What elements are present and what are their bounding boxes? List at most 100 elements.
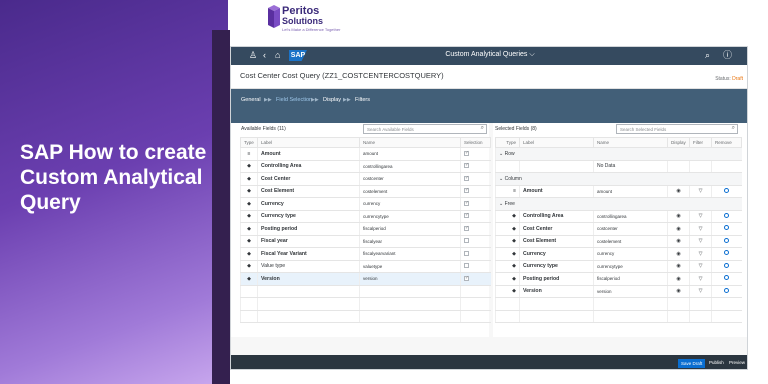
col-remove[interactable]: Remove [711, 137, 742, 148]
table-row[interactable]: ◆ Cost Center costcenter [240, 172, 491, 186]
display-eye-icon[interactable]: ◉ [667, 260, 690, 273]
selection-checkbox[interactable] [464, 238, 469, 244]
col-label[interactable]: Label [519, 137, 594, 148]
group-row-free[interactable]: ⌄ Free [495, 197, 742, 211]
logo-cube-icon [268, 5, 280, 28]
filter-icon[interactable]: ▽ [689, 272, 712, 286]
field-name: fiscalyear [359, 235, 461, 248]
remove-icon[interactable] [724, 187, 730, 193]
available-search-placeholder: Search Available Fields [367, 127, 414, 132]
display-eye-icon[interactable]: ◉ [667, 285, 690, 298]
remove-icon[interactable] [724, 287, 730, 293]
dimension-icon: ◆ [495, 260, 520, 273]
selection-checkbox[interactable] [464, 212, 469, 219]
help-icon[interactable]: ⓘ [723, 50, 732, 61]
table-row[interactable]: ◆ Currency currency [240, 197, 491, 211]
col-filter[interactable]: Filter [689, 137, 712, 148]
col-name[interactable]: Name [593, 137, 668, 148]
group-row-column[interactable]: ⌄ Column [495, 172, 742, 186]
tab-filters[interactable]: Filters [355, 97, 370, 103]
table-row[interactable]: ◆ Currency type currencytype [240, 210, 491, 223]
available-search-input[interactable]: Search Available Fields ⌕ [363, 124, 487, 134]
remove-icon[interactable] [724, 262, 730, 268]
table-row[interactable]: ◆ Posting period fiscalperiod [240, 222, 491, 236]
status-value: Draft [732, 76, 743, 82]
selection-checkbox[interactable] [464, 250, 469, 256]
filter-icon[interactable]: ▽ [689, 235, 712, 248]
remove-icon[interactable] [724, 250, 730, 256]
col-type[interactable]: Type [495, 137, 520, 148]
tab-field-selection[interactable]: Field Selection [276, 97, 312, 103]
remove-icon[interactable] [724, 275, 730, 281]
col-label[interactable]: Label [257, 137, 360, 148]
group-label: Row [504, 150, 515, 157]
field-label: Fiscal Year Variant [257, 247, 360, 261]
shell-bar: ♙ ‹ ⌂ SAP Custom Analytical Queries ⌵ ⌕ … [231, 47, 747, 65]
selection-checkbox[interactable] [464, 150, 469, 156]
tab-display[interactable]: Display [323, 97, 341, 103]
selection-checkbox[interactable] [464, 175, 469, 181]
selection-checkbox[interactable] [464, 225, 469, 231]
table-row[interactable]: ◆ Posting period fiscalperiod ◉ ▽ [495, 272, 742, 286]
table-row[interactable]: ◆ Version version [240, 272, 491, 286]
col-name[interactable]: Name [359, 137, 461, 148]
search-icon[interactable]: ⌕ [705, 50, 710, 61]
tab-general[interactable]: General [241, 97, 261, 103]
filter-icon[interactable]: ▽ [689, 222, 712, 236]
field-name: costcenter [593, 222, 668, 236]
table-row[interactable]: ◆ Value type valuetype [240, 260, 491, 273]
filter-icon[interactable]: ▽ [689, 210, 712, 223]
footer-toolbar: Save Draft Publish Preview [231, 355, 747, 369]
table-row[interactable]: ◆ Cost Element costelement ◉ ▽ [495, 235, 742, 248]
display-eye-icon[interactable]: ◉ [667, 222, 690, 236]
field-name: amount [593, 185, 668, 198]
table-row[interactable]: ◆ Fiscal year fiscalyear [240, 235, 491, 248]
dimension-icon: ◆ [240, 247, 258, 261]
display-eye-icon[interactable]: ◉ [667, 210, 690, 223]
table-row[interactable]: ◆ Currency currency ◉ ▽ [495, 247, 742, 261]
table-row[interactable]: ◆ Cost Element costelement [240, 185, 491, 198]
display-eye-icon[interactable]: ◉ [667, 247, 690, 261]
selection-checkbox[interactable] [464, 275, 469, 281]
filter-icon[interactable]: ▽ [689, 185, 712, 198]
promo-panel: SAP How to create Custom Analytical Quer… [0, 0, 228, 384]
selection-checkbox[interactable] [464, 162, 469, 169]
field-label: Version [519, 285, 594, 298]
table-row[interactable]: ≡ Amount amount [240, 147, 491, 161]
field-name: currencytype [593, 260, 668, 273]
table-row[interactable]: ◆ Currency type currencytype ◉ ▽ [495, 260, 742, 273]
remove-icon[interactable] [724, 237, 730, 243]
table-row[interactable]: ◆ Cost Center costcenter ◉ ▽ [495, 222, 742, 236]
selected-search-input[interactable]: Search Selected Fields ⌕ [616, 124, 738, 134]
save-draft-button[interactable]: Save Draft [678, 359, 706, 368]
table-row[interactable]: ◆ Controlling Area controllingarea [240, 160, 491, 173]
preview-button[interactable]: Preview [729, 360, 745, 365]
table-row[interactable]: ◆ Controlling Area controllingarea ◉ ▽ [495, 210, 742, 223]
dimension-icon: ◆ [495, 247, 520, 261]
table-row[interactable]: ≡ Amount amount ◉ ▽ [495, 185, 742, 198]
selection-checkbox[interactable] [464, 200, 469, 206]
table-row[interactable]: ◆ Version version ◉ ▽ [495, 285, 742, 298]
display-eye-icon[interactable]: ◉ [667, 185, 690, 198]
display-eye-icon[interactable]: ◉ [667, 235, 690, 248]
group-row-row[interactable]: ⌄ Row [495, 147, 742, 161]
filter-icon[interactable]: ▽ [689, 260, 712, 273]
selection-checkbox[interactable] [464, 187, 469, 194]
dimension-icon: ◆ [495, 285, 520, 298]
publish-button[interactable]: Publish [709, 360, 724, 365]
field-label: Fiscal year [257, 235, 360, 248]
col-selection[interactable]: Selection [460, 137, 491, 148]
filter-icon[interactable]: ▽ [689, 285, 712, 298]
remove-icon[interactable] [724, 212, 730, 218]
display-eye-icon[interactable]: ◉ [667, 272, 690, 286]
field-name: controllingarea [359, 160, 461, 173]
col-display[interactable]: Display [667, 137, 690, 148]
field-name: costelement [593, 235, 668, 248]
selection-checkbox[interactable] [464, 263, 469, 269]
search-icon: ⌕ [480, 125, 484, 131]
table-row[interactable]: ◆ Fiscal Year Variant fiscalyearvariant [240, 247, 491, 261]
remove-icon[interactable] [724, 225, 730, 231]
app-title[interactable]: Custom Analytical Queries ⌵ [231, 51, 747, 59]
filter-icon[interactable]: ▽ [689, 247, 712, 261]
col-type[interactable]: Type [240, 137, 258, 148]
